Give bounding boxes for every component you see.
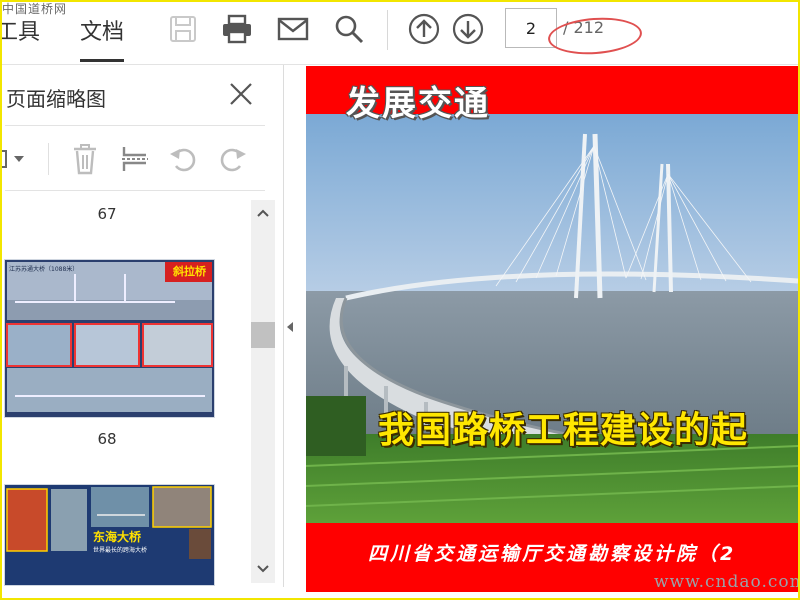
thumbnail-scrollbar[interactable] [251, 200, 275, 583]
chevron-up-icon[interactable] [255, 206, 271, 220]
thumbnail-panel: 页面缩略图 67 斜拉桥 江苏苏通大桥（1088米） 68 东海大桥 世界最长的… [0, 65, 284, 587]
document-page: 发展交通 我国路桥工程建设的起 四川省交通运输厅交通勘察设计院（2 [306, 66, 798, 592]
rotate-left-icon[interactable] [166, 139, 200, 179]
bridge-photo [306, 66, 798, 526]
close-icon[interactable] [226, 79, 256, 109]
panel-toolbar [0, 135, 270, 183]
toolbar: 中国道桥网 工具 文档 2 / 212 [0, 0, 800, 65]
thumbnail-options-dropdown[interactable] [0, 139, 32, 179]
tab-tools[interactable]: 工具 [0, 14, 40, 46]
thumbnail-67-image [5, 260, 214, 417]
arrow-down-circle-icon[interactable] [451, 12, 485, 46]
collapse-panel-handle[interactable] [285, 318, 295, 336]
extract-pages-icon[interactable] [118, 139, 152, 179]
chevron-down-icon[interactable] [255, 562, 271, 576]
panel-divider [5, 190, 265, 191]
thumbnail-68-caption: 世界最长的跨海大桥 [93, 547, 148, 554]
save-icon[interactable] [166, 12, 200, 46]
watermark-bottom: www.cndao.com [654, 572, 800, 592]
scrollbar-thumb[interactable] [251, 322, 275, 348]
search-icon[interactable] [332, 12, 366, 46]
thumbnail-page-number: 67 [97, 205, 117, 223]
toolbar-separator [387, 10, 388, 50]
tab-documents[interactable]: 文档 [80, 14, 125, 62]
thumbnail-67-banner: 斜拉桥 [173, 265, 206, 278]
annotation-ellipse [546, 14, 644, 58]
email-icon[interactable] [276, 12, 310, 46]
thumbnail-page-number: 68 [97, 430, 117, 448]
trash-icon[interactable] [68, 139, 102, 179]
thumbnail-page-68[interactable]: 东海大桥 世界最长的跨海大桥 [5, 485, 214, 585]
document-footer-text: 四川省交通运输厅交通勘察设计院（2 [368, 543, 737, 565]
rotate-right-icon[interactable] [216, 139, 250, 179]
panel-title: 页面缩略图 [6, 87, 106, 111]
document-headline: 我国路桥工程建设的起 [378, 410, 749, 451]
tool-separator [48, 143, 49, 175]
panel-divider [5, 125, 265, 126]
arrow-up-circle-icon[interactable] [407, 12, 441, 46]
print-icon[interactable] [220, 12, 254, 46]
thumbnail-67-caption: 江苏苏通大桥（1088米） [9, 266, 79, 273]
thumbnail-68-banner: 东海大桥 [93, 530, 142, 544]
document-title: 发展交通 [346, 84, 490, 124]
thumbnail-page-67[interactable]: 斜拉桥 江苏苏通大桥（1088米） [5, 260, 214, 417]
